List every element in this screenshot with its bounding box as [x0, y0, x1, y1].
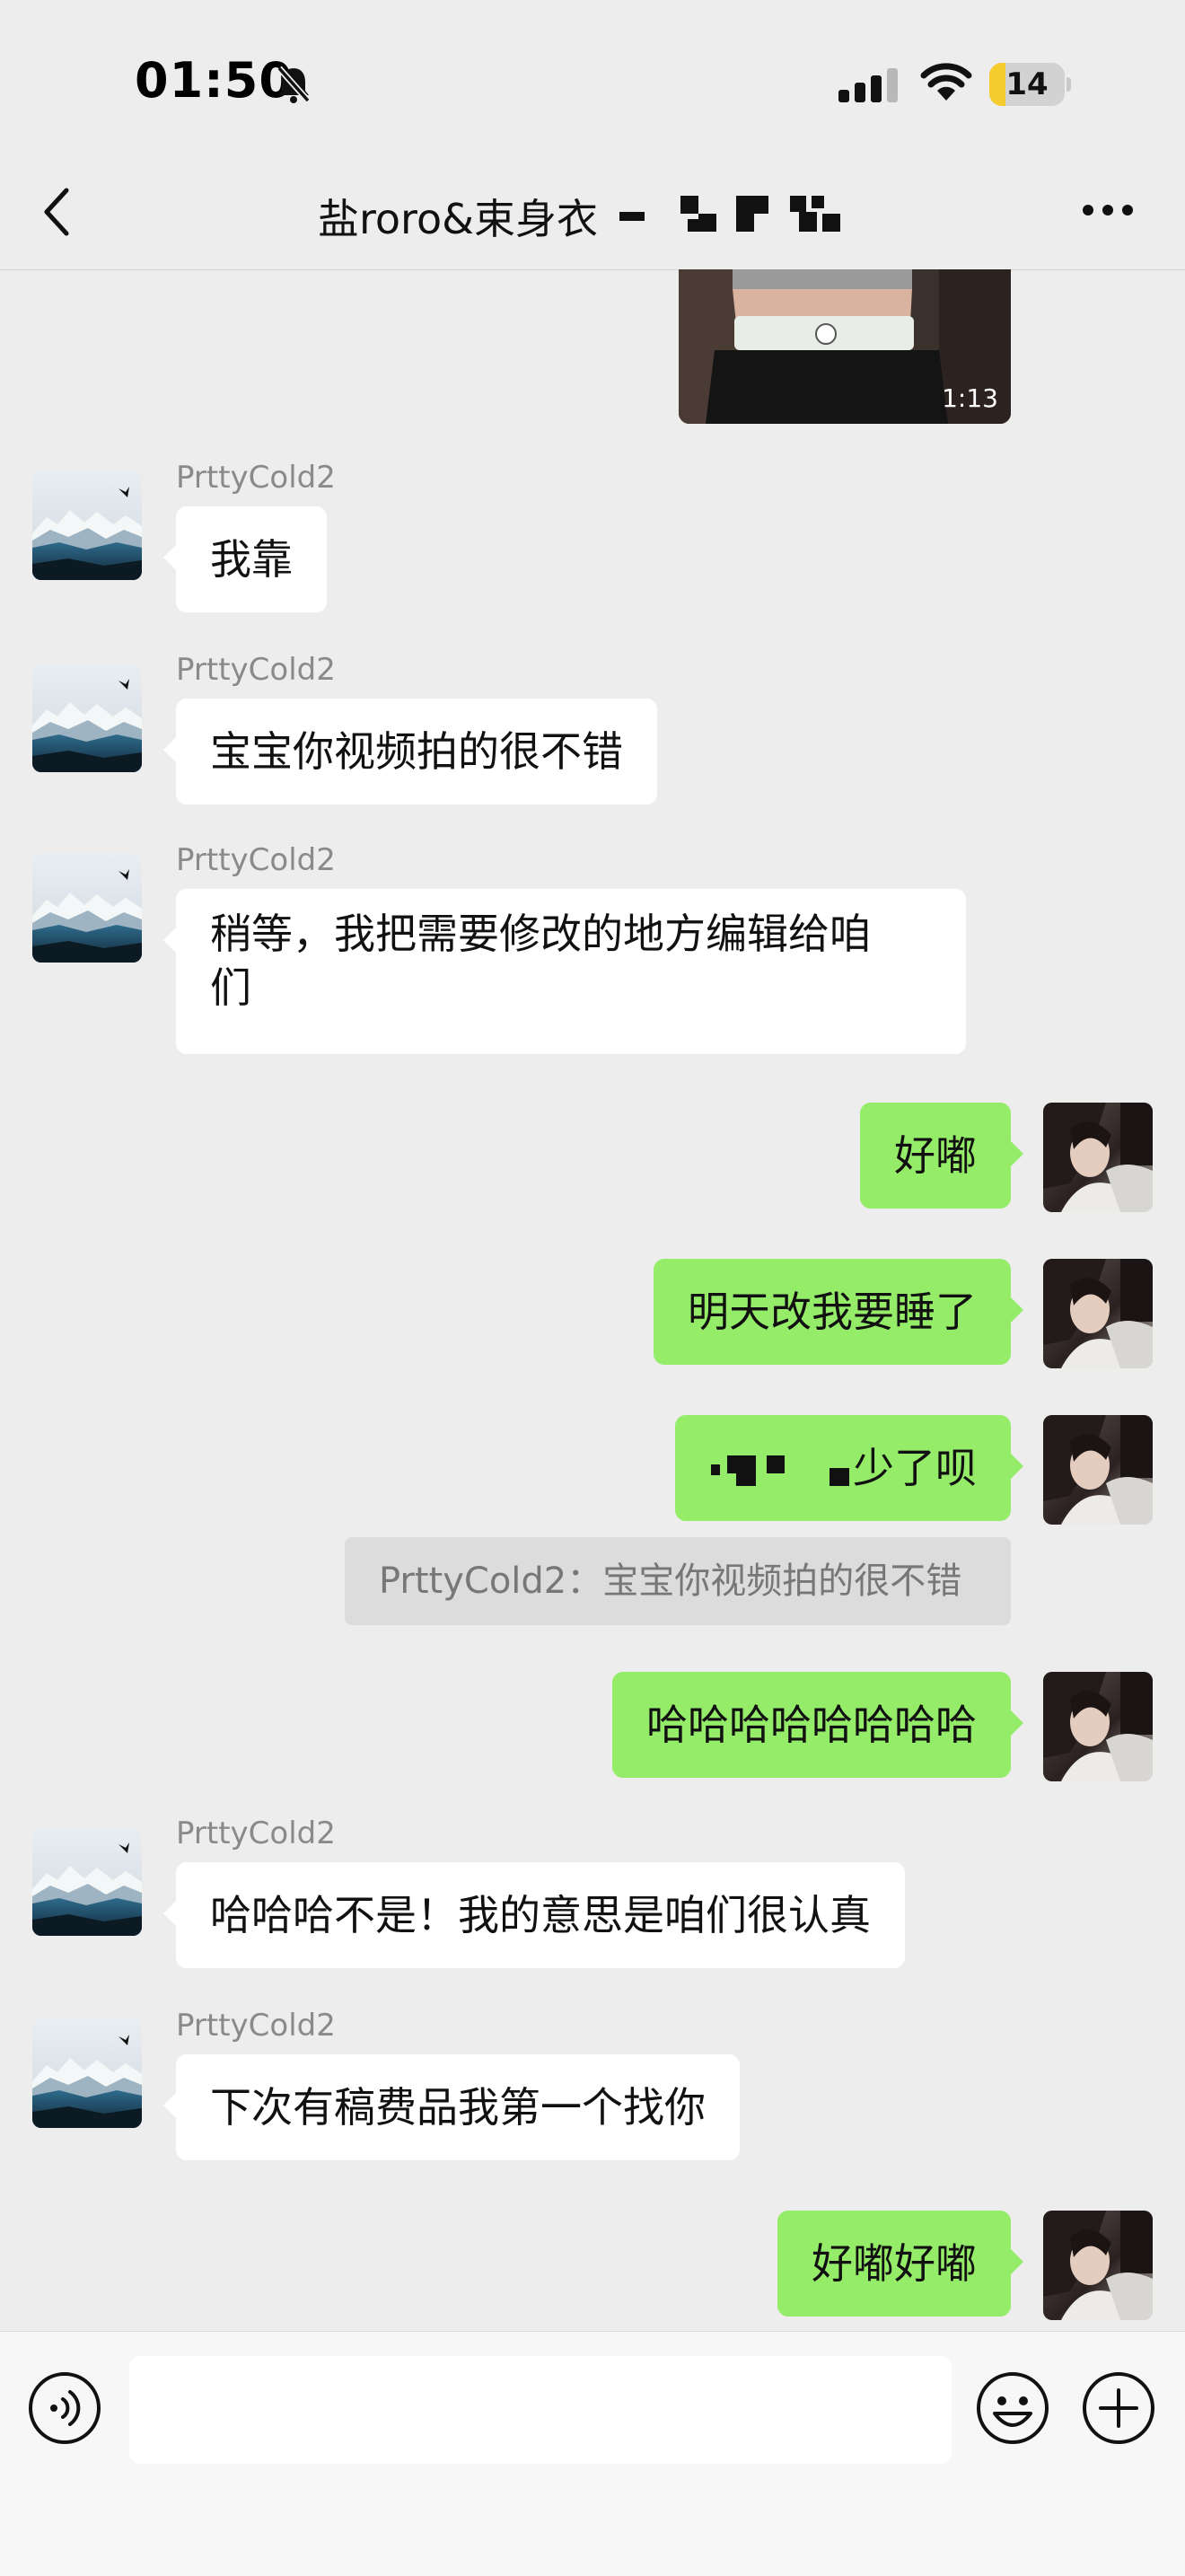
video-duration: 1:13 — [942, 383, 998, 413]
battery-icon: 14 — [989, 63, 1071, 106]
bell-off-icon — [275, 65, 312, 108]
wifi-icon — [919, 61, 973, 106]
message-text: 好嘟 — [894, 1131, 977, 1180]
battery-level: 14 — [1005, 66, 1049, 102]
avatar[interactable] — [1043, 1415, 1153, 1525]
avatar[interactable] — [1043, 1259, 1153, 1368]
chat-title: 盐roro&束身衣 — [318, 195, 598, 243]
sender-name: PrttyCold2 — [176, 1816, 336, 1851]
avatar[interactable] — [32, 663, 142, 772]
avatar[interactable] — [32, 1826, 142, 1936]
plus-icon[interactable] — [1081, 2370, 1156, 2449]
message-text-line: 们 — [210, 963, 251, 1012]
outgoing-message[interactable]: 明天改我要睡了 — [654, 1259, 1023, 1365]
message-text: 我靠 — [210, 535, 293, 584]
outgoing-message[interactable]: 好嘟 — [860, 1103, 1023, 1209]
sender-name: PrttyCold2 — [176, 652, 336, 688]
avatar[interactable] — [1043, 1103, 1153, 1212]
sender-name: PrttyCold2 — [176, 842, 336, 878]
incoming-message[interactable]: 我靠 — [163, 506, 327, 612]
message-text: 明天改我要睡了 — [688, 1288, 977, 1336]
sender-name: PrttyCold2 — [176, 460, 336, 496]
incoming-message[interactable]: 下次有稿费品我第一个找你 — [163, 2054, 740, 2160]
more-icon[interactable] — [1081, 203, 1135, 221]
incoming-message[interactable]: 宝宝你视频拍的很不错 — [163, 699, 657, 804]
avatar[interactable] — [1043, 1672, 1153, 1781]
avatar[interactable] — [32, 470, 142, 580]
outgoing-message[interactable]: 哈哈哈哈哈哈哈哈 — [612, 1672, 1023, 1778]
avatar[interactable] — [32, 853, 142, 963]
message-text: 哈哈哈不是！我的意思是咱们很认真 — [210, 1891, 871, 1939]
outgoing-message[interactable]: 好嘟好嘟 — [777, 2211, 1023, 2317]
sender-name: PrttyCold2 — [176, 2008, 336, 2044]
incoming-message[interactable]: 稍等，我把需要修改的地方编辑给咱 们 — [163, 889, 966, 1054]
back-icon[interactable] — [40, 185, 75, 242]
emoji-icon[interactable] — [975, 2370, 1050, 2449]
avatar[interactable] — [32, 2018, 142, 2128]
message-text: 下次有稿费品我第一个找你 — [210, 2083, 706, 2132]
message-text: 哈哈哈哈哈哈哈哈 — [646, 1701, 977, 1749]
message-input[interactable] — [129, 2356, 952, 2464]
message-text: 好嘟好嘟 — [812, 2239, 977, 2288]
voice-icon[interactable] — [27, 2370, 102, 2449]
avatar[interactable] — [1043, 2211, 1153, 2320]
status-time: 01:50 — [135, 52, 294, 109]
message-text: 宝宝你视频拍的很不错 — [210, 727, 623, 776]
redaction-mosaic — [711, 1449, 864, 1501]
redaction-mosaic — [619, 192, 862, 241]
quoted-message[interactable]: PrttyCold2：宝宝你视频拍的很不错 — [345, 1537, 1011, 1625]
signal-icon — [838, 66, 901, 106]
incoming-message[interactable]: 哈哈哈不是！我的意思是咱们很认真 — [163, 1862, 905, 1968]
video-message[interactable]: 1:13 — [679, 269, 1011, 424]
message-text-line: 稍等，我把需要修改的地方编辑给咱 — [210, 910, 871, 958]
message-text: 少了呗 — [853, 1444, 977, 1492]
outgoing-message[interactable]: 少了呗 — [675, 1415, 1023, 1521]
